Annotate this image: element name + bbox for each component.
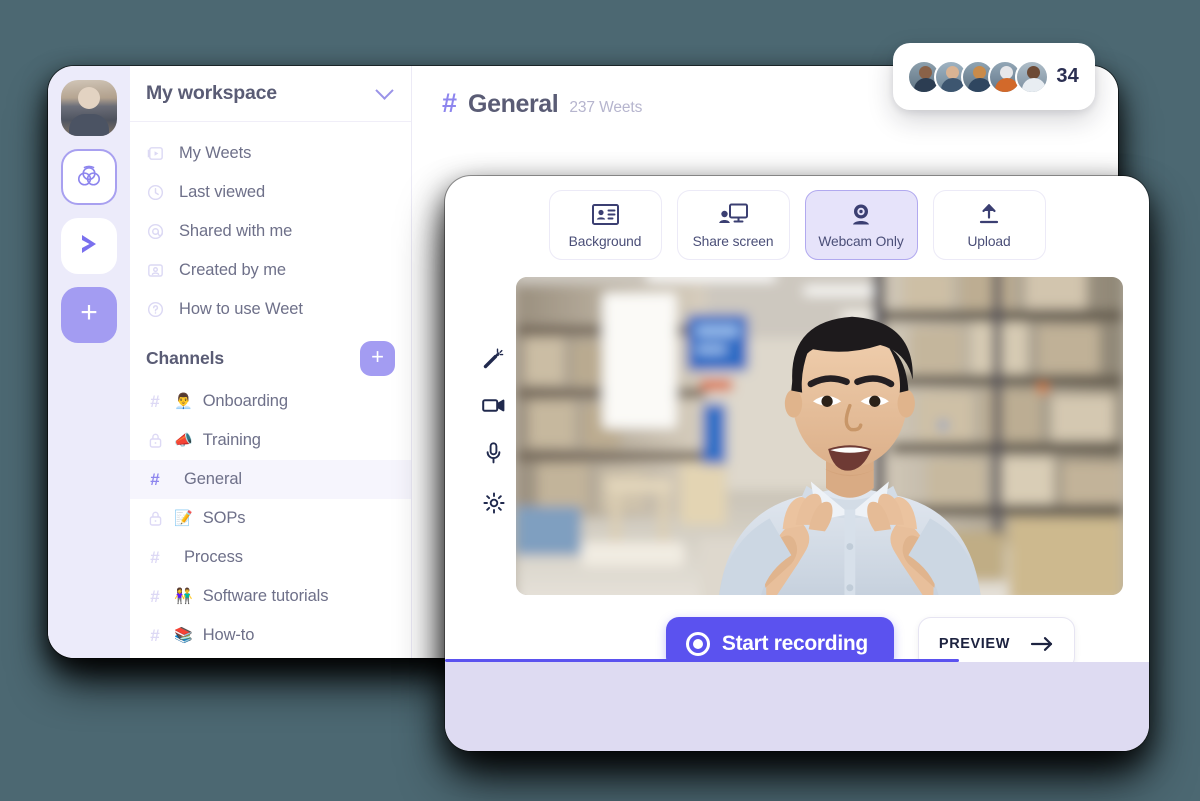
mode-toolbar: Background Share screen Webcam Only Uplo… xyxy=(445,176,1149,260)
mode-button-background[interactable]: Background xyxy=(548,190,662,260)
contact-card-icon xyxy=(146,261,165,280)
channel-label: Training xyxy=(202,431,261,449)
at-sign-icon xyxy=(146,222,165,241)
channel-emoji: 👨‍💼 xyxy=(174,393,193,410)
icon-rail: + xyxy=(48,66,130,658)
channels-header: Channels + xyxy=(130,331,411,382)
channel-label: General xyxy=(184,470,243,488)
channel-item-process[interactable]: # Process xyxy=(130,538,411,577)
channel-label: SOPs xyxy=(202,509,246,527)
rail-app-weet[interactable] xyxy=(61,149,117,205)
mode-button-webcam-only[interactable]: Webcam Only xyxy=(804,190,918,260)
question-circle-icon xyxy=(146,300,165,319)
preview-label: PREVIEW xyxy=(938,635,1010,652)
video-camera-icon[interactable] xyxy=(482,397,505,414)
screen-share-icon xyxy=(718,202,749,227)
avatar xyxy=(1015,59,1049,94)
weet-logo-icon xyxy=(74,160,104,195)
weet-count: 237 Weets xyxy=(569,99,643,116)
channel-item-software-tutorials[interactable]: # 👫 Software tutorials xyxy=(130,577,411,616)
sidebar-item-shared-with-me[interactable]: Shared with me xyxy=(130,212,411,251)
webcam-icon xyxy=(848,202,874,227)
rail-user-avatar[interactable] xyxy=(61,80,117,136)
members-pill[interactable]: 34 xyxy=(893,43,1095,110)
mode-label: Upload xyxy=(967,233,1011,249)
channel-item-general[interactable]: # General xyxy=(130,460,411,499)
channel-emoji: 📣 xyxy=(174,432,193,449)
avatar-stack[interactable] xyxy=(907,59,1056,94)
channel-emoji: 📚 xyxy=(174,627,193,644)
mode-label: Share screen xyxy=(692,233,774,249)
channel-item-training[interactable]: 📣 Training xyxy=(130,421,411,460)
sidebar-item-my-weets[interactable]: My Weets xyxy=(130,134,411,173)
rail-app-send[interactable] xyxy=(61,218,117,274)
video-row xyxy=(445,260,1149,595)
hash-icon: # xyxy=(150,391,160,411)
webcam-preview[interactable] xyxy=(516,277,1123,595)
channel-emoji: 👫 xyxy=(174,588,193,605)
lock-icon xyxy=(146,432,164,449)
page-title: General xyxy=(468,90,559,118)
start-recording-label: Start recording xyxy=(721,631,868,655)
channel-item-sops[interactable]: 📝 SOPs xyxy=(130,499,411,538)
magic-wand-icon[interactable] xyxy=(483,348,504,369)
channel-label: Software tutorials xyxy=(202,587,329,605)
channel-label: Process xyxy=(184,548,243,566)
mode-label: Background xyxy=(568,233,642,249)
nav-list: My Weets Last viewed Shared with me Crea… xyxy=(130,122,411,331)
sidebar-item-created-by-me[interactable]: Created by me xyxy=(130,251,411,290)
sidebar-item-label: Shared with me xyxy=(179,222,293,240)
gear-icon[interactable] xyxy=(482,492,505,514)
hash-icon: # xyxy=(150,586,160,606)
mode-button-share-screen[interactable]: Share screen xyxy=(676,190,790,260)
video-tools xyxy=(471,277,516,595)
video-play-icon xyxy=(146,144,165,163)
workspace-name: My workspace xyxy=(146,82,277,104)
sidebar-item-label: Last viewed xyxy=(179,183,266,201)
id-card-icon xyxy=(591,202,620,227)
hash-icon: # xyxy=(442,88,458,118)
channel-item-how-to[interactable]: # 📚 How-to xyxy=(130,616,411,655)
upload-icon xyxy=(977,202,1001,227)
lock-icon xyxy=(146,510,164,527)
mode-button-upload[interactable]: Upload xyxy=(932,190,1046,260)
record-circle-icon xyxy=(685,631,710,656)
clock-icon xyxy=(146,183,165,202)
sidebar: My workspace My Weets Last viewed Shared… xyxy=(130,66,412,658)
sidebar-item-how-to-use-weet[interactable]: How to use Weet xyxy=(130,290,411,329)
plus-icon: + xyxy=(371,344,384,369)
channels-title: Channels xyxy=(146,348,224,368)
hash-icon: # xyxy=(150,625,160,645)
channel-label: How-to xyxy=(202,626,255,644)
sidebar-item-last-viewed[interactable]: Last viewed xyxy=(130,173,411,212)
hash-icon: # xyxy=(150,547,160,567)
hash-icon: # xyxy=(150,469,160,489)
arrow-right-icon xyxy=(1030,636,1054,652)
add-channel-button[interactable]: + xyxy=(360,341,395,376)
workspace-switcher[interactable]: My workspace xyxy=(130,66,411,122)
send-arrow-icon xyxy=(75,230,103,263)
panel-footer xyxy=(445,662,1149,751)
channel-list: # 👨‍💼 Onboarding 📣 Training # G xyxy=(130,382,411,658)
mode-label: Webcam Only xyxy=(818,233,904,249)
recording-panel: Background Share screen Webcam Only Uplo… xyxy=(445,176,1149,751)
microphone-icon[interactable] xyxy=(485,442,502,464)
sidebar-item-label: Created by me xyxy=(179,261,286,279)
chevron-down-icon xyxy=(375,81,394,100)
rail-add-button[interactable]: + xyxy=(61,287,117,343)
sidebar-item-label: How to use Weet xyxy=(179,300,303,318)
member-count: 34 xyxy=(1056,65,1079,87)
plus-icon: + xyxy=(80,296,98,329)
channel-emoji: 📝 xyxy=(174,510,193,527)
channel-item-onboarding[interactable]: # 👨‍💼 Onboarding xyxy=(130,382,411,421)
channel-label: Onboarding xyxy=(202,392,288,410)
sidebar-item-label: My Weets xyxy=(179,144,252,162)
